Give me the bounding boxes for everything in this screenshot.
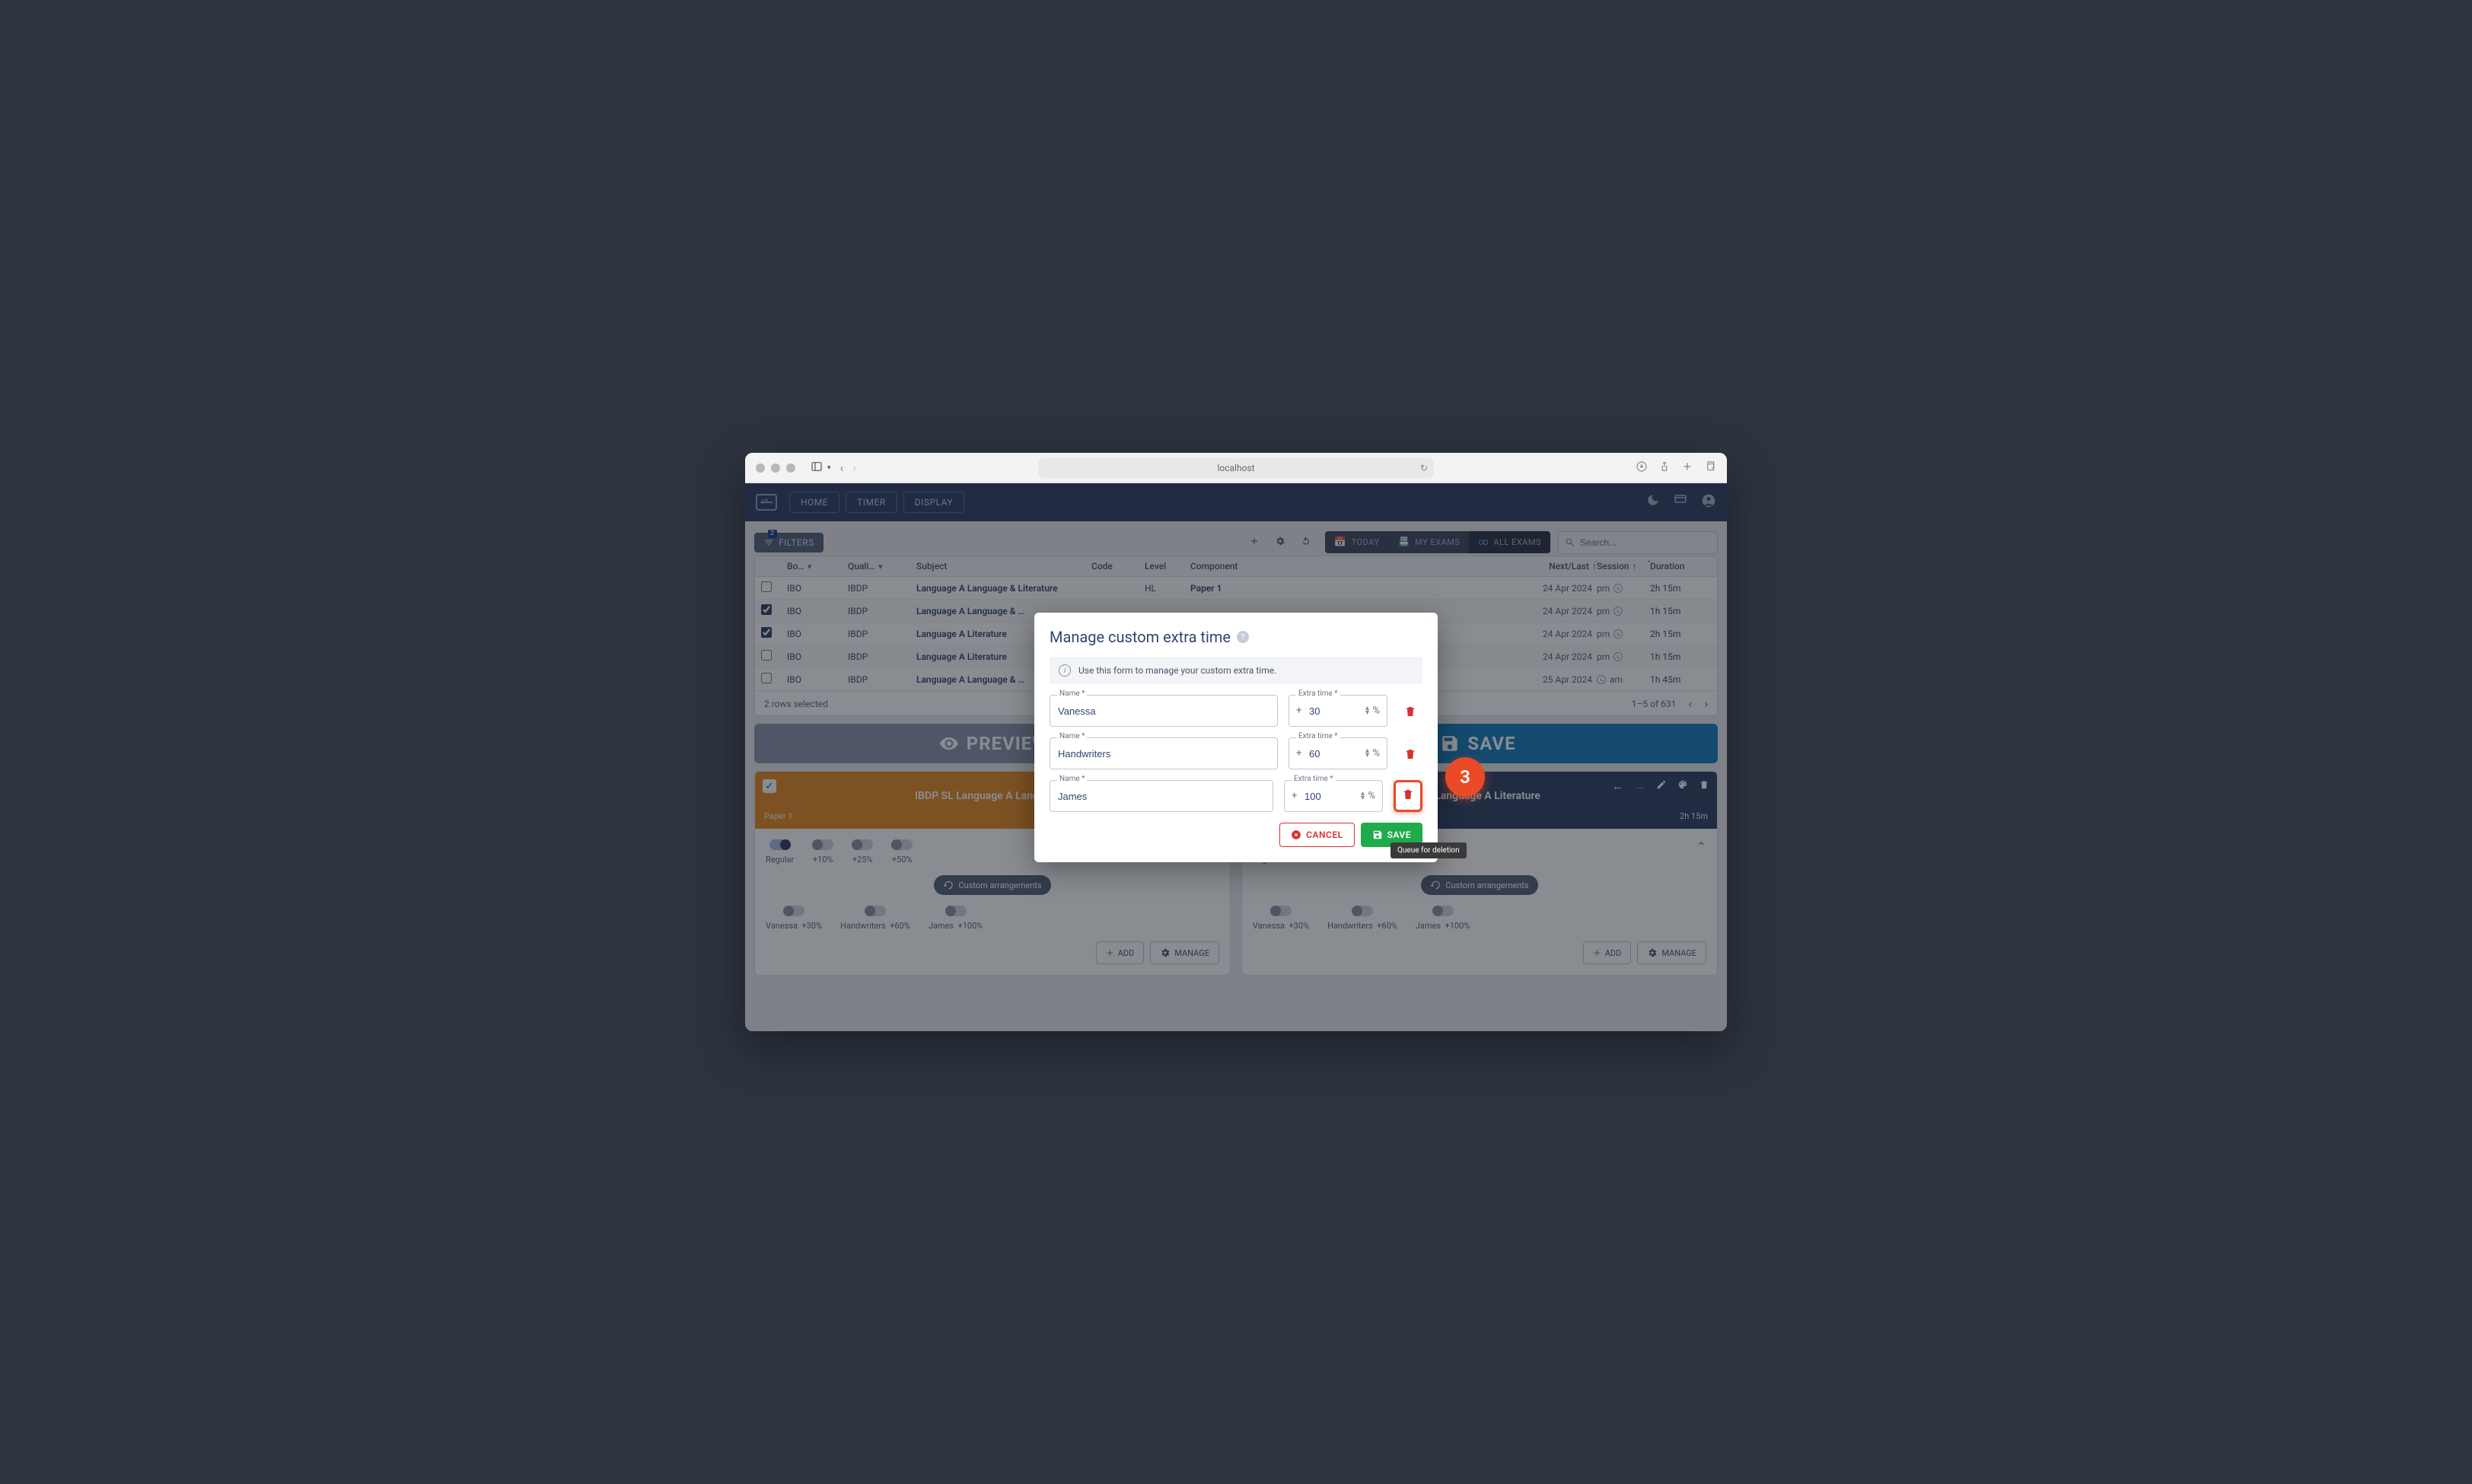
extratime-field: Extra time * + ▴▾ % [1289,695,1387,727]
close-window-icon[interactable] [756,463,765,473]
modal-form-rows: Name * Extra time * + ▴▾ % Name * Extra … [1050,695,1422,812]
extra-time-modal: Manage custom extra time ? i Use this fo… [1034,613,1438,862]
browser-chrome: ▾ ‹ › localhost ↻ [745,453,1727,483]
delete-tooltip: Queue for deletion [1390,842,1467,858]
modal-info-banner: i Use this form to manage your custom ex… [1050,657,1422,684]
delete-button[interactable] [1398,742,1422,769]
delete-button[interactable] [1398,699,1422,727]
address-text: localhost [1217,463,1254,473]
browser-chrome-right [1636,460,1716,476]
forward-icon[interactable]: › [852,460,856,475]
name-field: Name * [1050,737,1278,769]
refresh-icon[interactable]: ↻ [1420,463,1428,473]
info-icon: i [1059,664,1071,677]
new-tab-icon[interactable] [1681,460,1693,476]
form-row: Name * Extra time * + ▴▾ % [1050,780,1422,812]
browser-nav: ▾ ‹ › [811,460,856,476]
download-icon[interactable] [1636,460,1648,476]
modal-actions: CANCEL SAVE [1050,823,1422,847]
back-icon[interactable]: ‹ [840,460,844,475]
app-root: HOME TIMER DISPLAY 2 [745,483,1727,1031]
stepper-icon[interactable]: ▴▾ [1365,706,1369,715]
cancel-button[interactable]: CANCEL [1279,823,1354,847]
zoom-window-icon[interactable] [786,463,795,473]
name-input[interactable] [1050,695,1278,727]
share-icon[interactable] [1658,460,1671,476]
stepper-icon[interactable]: ▴▾ [1365,749,1369,758]
dropdown-icon[interactable]: ▾ [827,464,831,472]
name-input[interactable] [1050,737,1278,769]
step-callout: 3 [1445,757,1485,797]
modal-title: Manage custom extra time ? [1050,628,1422,646]
delete-button[interactable] [1394,780,1422,812]
app-window: ▾ ‹ › localhost ↻ [745,453,1727,1031]
name-input[interactable] [1050,780,1273,812]
sidebar-toggle-icon[interactable] [811,460,823,476]
stepper-icon[interactable]: ▴▾ [1361,791,1365,801]
name-field: Name * [1050,695,1278,727]
name-field: Name * [1050,780,1273,812]
form-row: Name * Extra time * + ▴▾ % [1050,737,1422,769]
minimize-window-icon[interactable] [771,463,780,473]
help-icon[interactable]: ? [1237,631,1249,643]
tabs-icon[interactable] [1704,460,1716,476]
address-bar[interactable]: localhost ↻ [1038,458,1434,478]
form-row: Name * Extra time * + ▴▾ % [1050,695,1422,727]
traffic-lights [756,463,795,473]
extratime-field: Extra time * + ▴▾ % [1284,780,1383,812]
extratime-field: Extra time * + ▴▾ % [1289,737,1387,769]
